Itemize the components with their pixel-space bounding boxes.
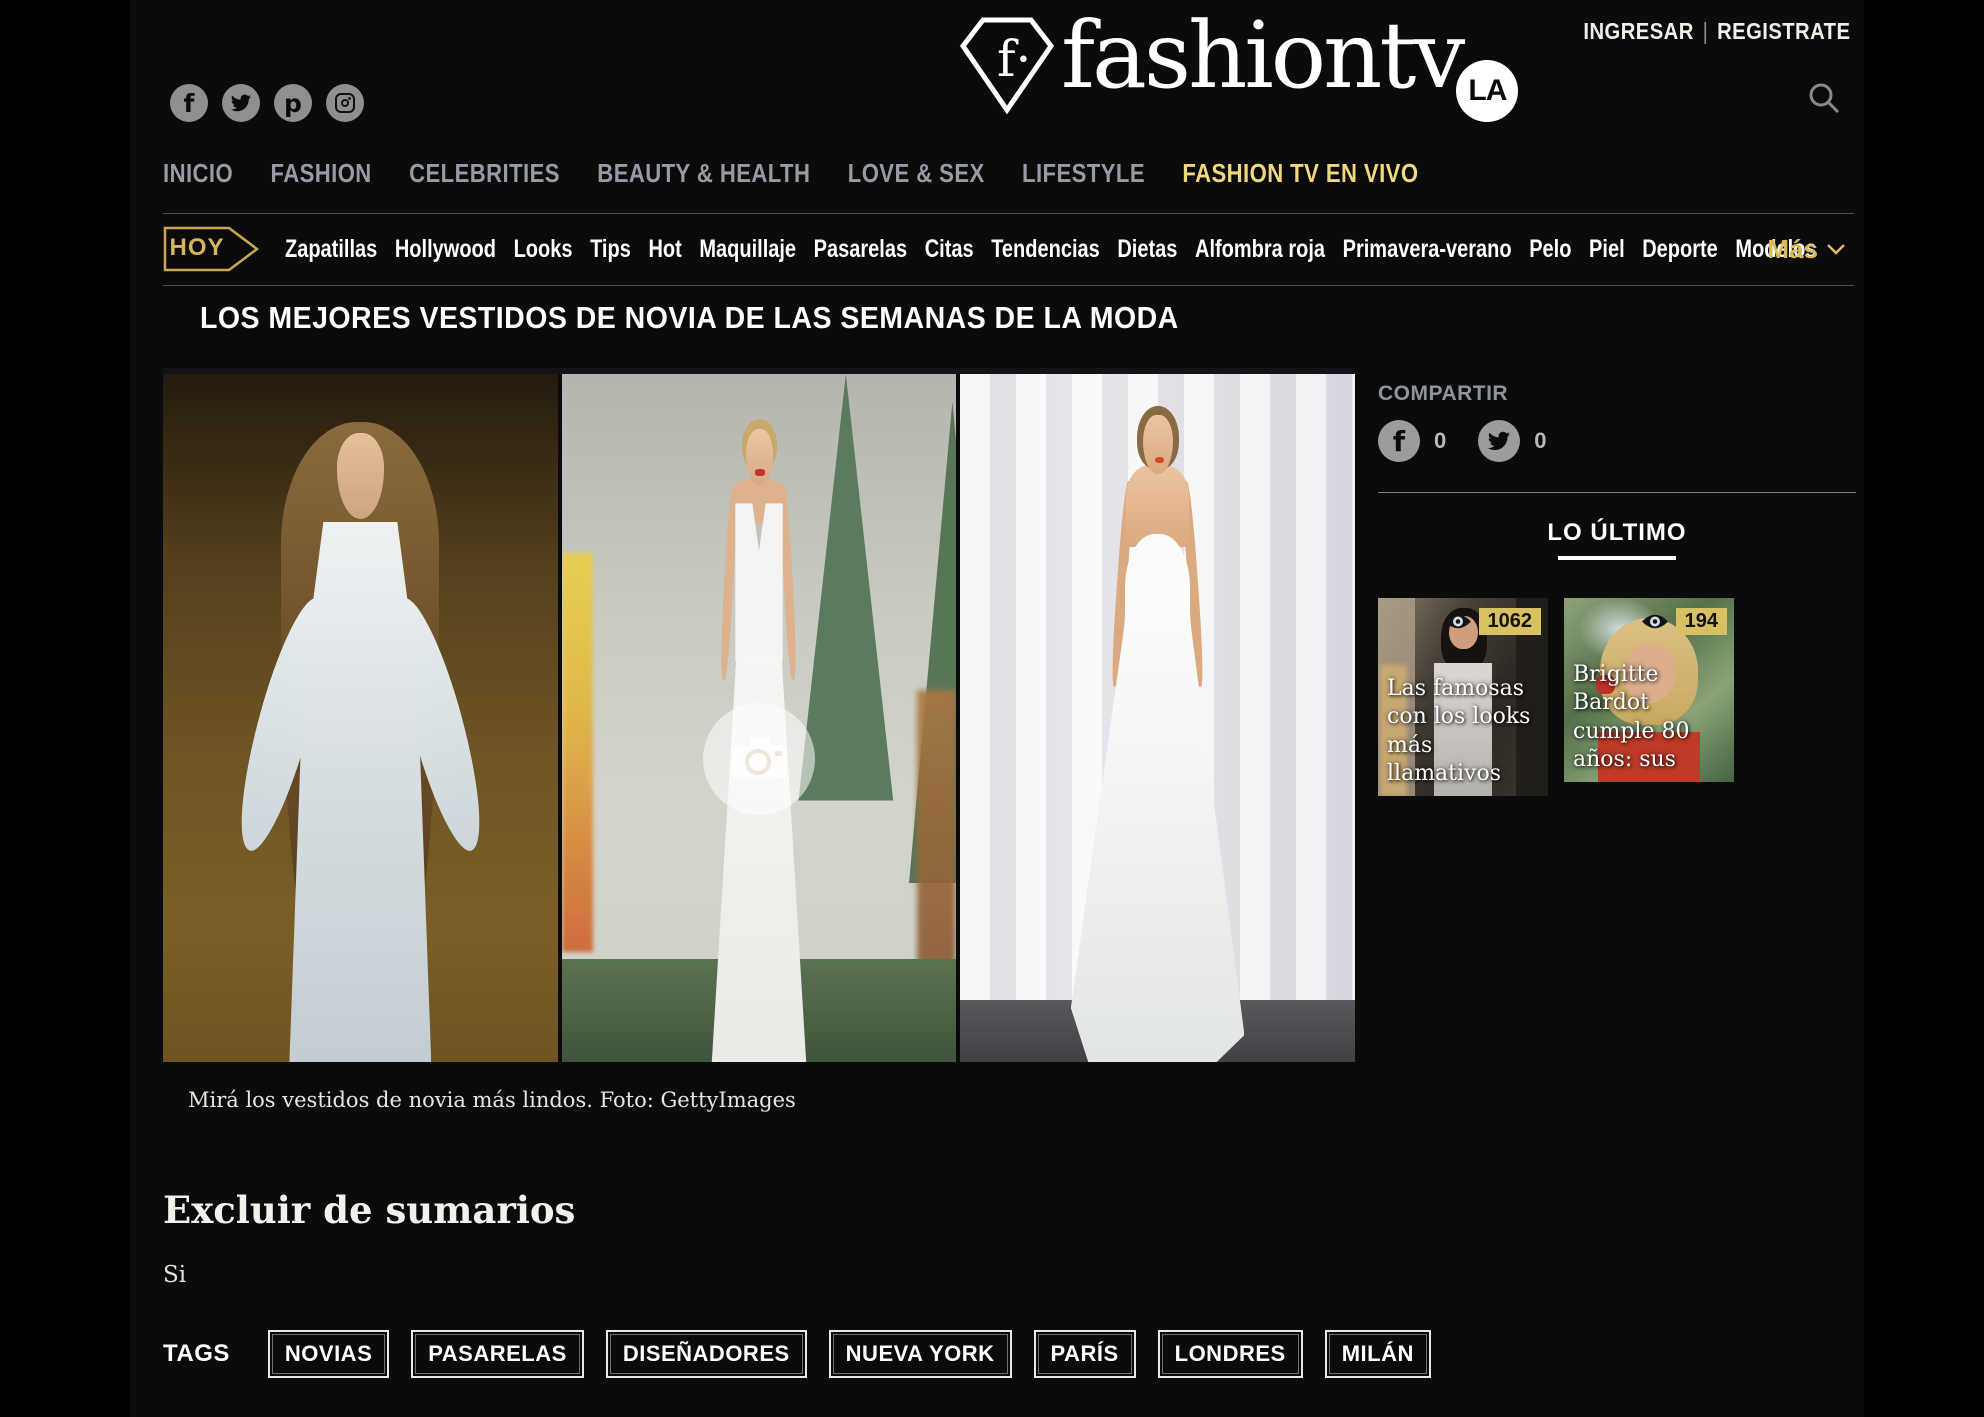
share-facebook-button[interactable]: f: [1378, 420, 1420, 462]
gallery-camera-overlay[interactable]: [703, 703, 815, 815]
topic-piel[interactable]: Piel: [1589, 235, 1625, 264]
pinterest-icon[interactable]: p: [274, 84, 312, 122]
view-count: 194: [1676, 608, 1727, 635]
tag-paris[interactable]: PARÍS: [1034, 1330, 1136, 1378]
article-hero-image[interactable]: [163, 368, 1355, 1062]
auth-links: INGRESAR | REGISTRATE: [1583, 18, 1850, 45]
divider: [163, 213, 1854, 214]
views-badge: 194: [1641, 608, 1727, 635]
tag-londres[interactable]: LONDRES: [1158, 1330, 1303, 1378]
svg-text:f·: f·: [997, 30, 1031, 88]
latest-article-1[interactable]: 1062 Las famosas con los looks más llama…: [1378, 598, 1548, 796]
logo-la-badge: LA: [1456, 60, 1518, 122]
model2-face: [746, 429, 774, 485]
login-link[interactable]: INGRESAR: [1583, 18, 1693, 44]
section-value: Si: [163, 1262, 186, 1288]
more-label: Más: [1767, 234, 1818, 265]
tag-milan[interactable]: MILÁN: [1325, 1330, 1431, 1378]
eye-icon: [1444, 613, 1472, 630]
topic-dietas[interactable]: Dietas: [1117, 235, 1177, 264]
nav-fashion[interactable]: FASHION: [270, 158, 371, 189]
nav-love-sex[interactable]: LOVE & SEX: [848, 158, 985, 189]
topic-alfombra-roja[interactable]: Alfombra roja: [1195, 235, 1325, 264]
instagram-icon[interactable]: [326, 84, 364, 122]
nav-lifestyle[interactable]: LIFESTYLE: [1022, 158, 1145, 189]
twitter-share-count: 0: [1534, 428, 1546, 454]
instagram-glyph: [335, 93, 355, 113]
decor-figure: [562, 553, 594, 952]
tags-row: TAGS NOVIAS PASARELAS DISEÑADORES NUEVA …: [163, 1330, 1431, 1378]
nav-celebrities[interactable]: CELEBRITIES: [409, 158, 560, 189]
topics-list: Zapatillas Hollywood Looks Tips Hot Maqu…: [285, 235, 1817, 264]
more-link[interactable]: Más: [1767, 234, 1846, 265]
share-twitter-button[interactable]: [1478, 420, 1520, 462]
nav-beauty-health[interactable]: BEAUTY & HEALTH: [597, 158, 810, 189]
views-badge: 1062: [1444, 608, 1542, 635]
tag-nueva-york[interactable]: NUEVA YORK: [829, 1330, 1012, 1378]
nav-inicio[interactable]: INICIO: [163, 158, 233, 189]
image-caption: Mirá los vestidos de novia más lindos. F…: [188, 1088, 796, 1112]
divider: [1378, 492, 1856, 493]
latest-article-2[interactable]: 194 Brigitte Bardot cumple 80 años: sus: [1564, 598, 1734, 782]
topic-primavera-verano[interactable]: Primavera-verano: [1343, 235, 1512, 264]
camera-icon: [730, 736, 788, 782]
thumb1-title: Las famosas con los looks más llamativos: [1387, 675, 1542, 789]
chevron-down-icon: [1826, 243, 1846, 257]
facebook-share-count: 0: [1434, 428, 1446, 454]
topic-citas[interactable]: Citas: [925, 235, 974, 264]
search-icon[interactable]: [1806, 80, 1842, 121]
content-area: f p f· fashiontv LA INGRESAR | REGISTRATE: [130, 0, 1864, 1417]
topic-pasarelas[interactable]: Pasarelas: [814, 235, 907, 264]
latest-heading: LO ÚLTIMO: [1378, 519, 1856, 547]
page: f p f· fashiontv LA INGRESAR | REGISTRATE: [0, 0, 1984, 1417]
topic-deporte[interactable]: Deporte: [1642, 235, 1718, 264]
topic-hollywood[interactable]: Hollywood: [395, 235, 496, 264]
eye-icon: [1641, 613, 1669, 630]
hero-photo-3: [960, 374, 1355, 1062]
topic-tendencias[interactable]: Tendencias: [991, 235, 1100, 264]
page-title: LOS MEJORES VESTIDOS DE NOVIA DE LAS SEM…: [200, 300, 1179, 336]
view-count: 1062: [1479, 608, 1542, 635]
latest-section: LO ÚLTIMO: [1378, 519, 1856, 560]
decor-tree: [798, 374, 893, 801]
facebook-icon[interactable]: f: [170, 84, 208, 122]
nav-fashion-tv-en-vivo[interactable]: FASHION TV EN VIVO: [1182, 158, 1418, 189]
auth-separator: |: [1702, 18, 1708, 44]
register-link[interactable]: REGISTRATE: [1717, 18, 1850, 44]
share-row: f 0 0: [1378, 420, 1856, 462]
logo-wordmark: fashiontv: [1061, 8, 1462, 105]
topic-hot[interactable]: Hot: [648, 235, 681, 264]
diamond-logo-icon: f·: [959, 14, 1055, 114]
tag-disenadores[interactable]: DISEÑADORES: [606, 1330, 807, 1378]
hoy-label: HOY: [163, 234, 231, 262]
divider: [163, 285, 1854, 286]
topics-row: HOY Zapatillas Hollywood Looks Tips Hot …: [163, 224, 1854, 274]
model3-lips: [1155, 457, 1164, 464]
hero-photo-1: [163, 374, 558, 1062]
topic-maquillaje[interactable]: Maquillaje: [699, 235, 796, 264]
latest-underline: [1558, 556, 1676, 560]
sidebar: COMPARTIR f 0 0 LO ÚLTIMO: [1378, 382, 1856, 796]
tag-pasarelas[interactable]: PASARELAS: [411, 1330, 584, 1378]
thumb2-title: Brigitte Bardot cumple 80 años: sus: [1573, 661, 1728, 775]
main-nav: INICIO FASHION CELEBRITIES BEAUTY & HEAL…: [163, 158, 1418, 189]
decor-figure: [917, 690, 956, 979]
latest-thumbs: 1062 Las famosas con los looks más llama…: [1378, 598, 1856, 796]
hoy-badge[interactable]: HOY: [163, 226, 259, 272]
topic-looks[interactable]: Looks: [514, 235, 573, 264]
tag-novias[interactable]: NOVIAS: [268, 1330, 389, 1378]
tags-label: TAGS: [163, 1340, 230, 1368]
section-heading: Excluir de sumarios: [163, 1188, 575, 1232]
model2-lips: [755, 469, 764, 476]
twitter-icon[interactable]: [222, 84, 260, 122]
topic-pelo[interactable]: Pelo: [1529, 235, 1571, 264]
header-social-row: f p: [170, 84, 364, 122]
site-logo[interactable]: f· fashiontv LA: [959, 8, 1518, 122]
share-label: COMPARTIR: [1378, 382, 1856, 406]
model2-dress: [735, 503, 782, 661]
topic-zapatillas[interactable]: Zapatillas: [285, 235, 377, 264]
topic-tips[interactable]: Tips: [590, 235, 631, 264]
